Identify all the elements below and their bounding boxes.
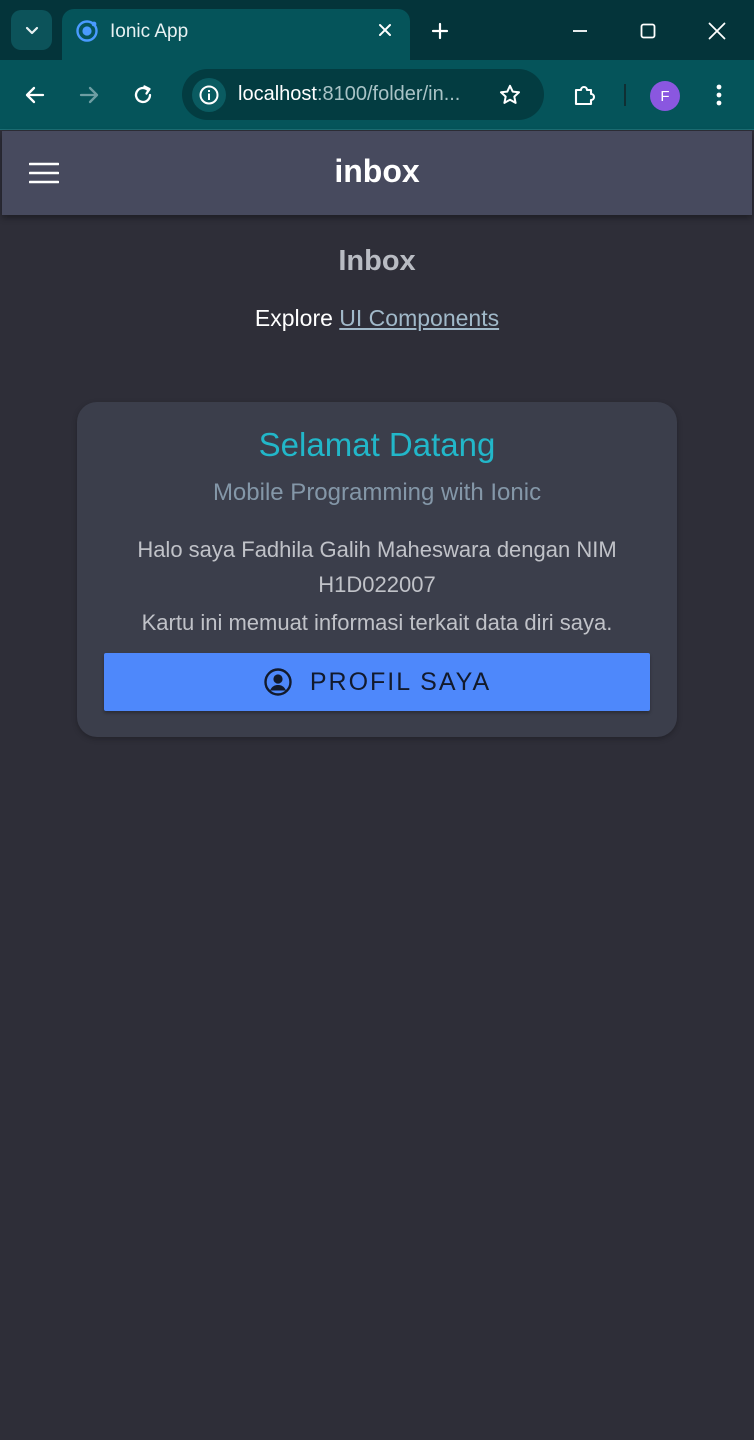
tab-close-button[interactable]: [374, 19, 396, 41]
app-header: inbox: [2, 131, 752, 215]
chevron-down-icon: [25, 26, 38, 35]
toolbar-divider: [624, 84, 626, 106]
new-tab-button[interactable]: [427, 18, 453, 44]
bookmark-button[interactable]: [496, 81, 524, 109]
page-title: inbox: [334, 153, 420, 189]
url-path: :8100/folder/in...: [316, 83, 461, 105]
close-icon: [379, 24, 391, 36]
site-info-button[interactable]: [192, 78, 226, 112]
welcome-card: Selamat Datang Mobile Programming with I…: [77, 402, 677, 737]
tab-strip: Ionic App: [0, 0, 754, 60]
ionic-logo-icon: [76, 20, 98, 42]
plus-icon: [431, 22, 449, 40]
address-bar[interactable]: localhost:8100/folder/in...: [182, 69, 544, 120]
kebab-menu-icon: [716, 84, 722, 106]
card-subtitle: Mobile Programming with Ionic: [212, 479, 542, 506]
profile-avatar[interactable]: F: [650, 81, 680, 111]
tab-ionic-app[interactable]: Ionic App: [62, 9, 410, 60]
site-info-icon: [199, 85, 219, 105]
tab-search-button[interactable]: [11, 10, 52, 50]
explore-text: Explore UI Components: [0, 305, 754, 332]
back-button[interactable]: [19, 79, 51, 111]
explore-label: Explore: [254, 305, 333, 331]
extensions-button[interactable]: [569, 79, 601, 111]
card-title: Selamat Datang: [258, 426, 496, 463]
address-url[interactable]: localhost:8100/folder/in...: [238, 83, 460, 106]
card-content: Halo saya Fadhila Galih Maheswara dengan…: [107, 532, 647, 640]
minimize-icon: [573, 30, 587, 32]
forward-arrow-icon: [79, 86, 99, 104]
profile-button[interactable]: PROFIL SAYA: [104, 653, 650, 711]
url-host: localhost: [238, 83, 317, 105]
forward-button[interactable]: [73, 79, 105, 111]
extensions-icon: [574, 86, 595, 106]
profile-button-label: PROFIL SAYA: [309, 667, 492, 696]
browser-toolbar: localhost:8100/folder/in... F: [0, 60, 754, 130]
close-window-button[interactable]: [703, 17, 731, 45]
close-window-icon: [708, 22, 726, 40]
card-description-text: Kartu ini memuat informasi terkait data …: [141, 610, 613, 635]
browser-menu-button[interactable]: [703, 79, 735, 111]
maximize-button[interactable]: [634, 17, 662, 45]
maximize-icon: [640, 23, 656, 39]
content-heading: Inbox: [338, 245, 416, 277]
reload-button[interactable]: [127, 79, 159, 111]
person-circle-icon: [263, 667, 293, 697]
minimize-button[interactable]: [566, 17, 594, 45]
star-icon: [500, 84, 520, 104]
back-arrow-icon: [25, 86, 45, 104]
ui-components-link[interactable]: UI Components: [339, 305, 499, 331]
reload-icon: [134, 85, 152, 104]
browser-window: Ionic App localhost:8100/folder/in... F …: [0, 0, 754, 1440]
card-intro-text: Halo saya Fadhila Galih Maheswara dengan…: [137, 537, 617, 597]
tab-title: Ionic App: [110, 21, 189, 42]
